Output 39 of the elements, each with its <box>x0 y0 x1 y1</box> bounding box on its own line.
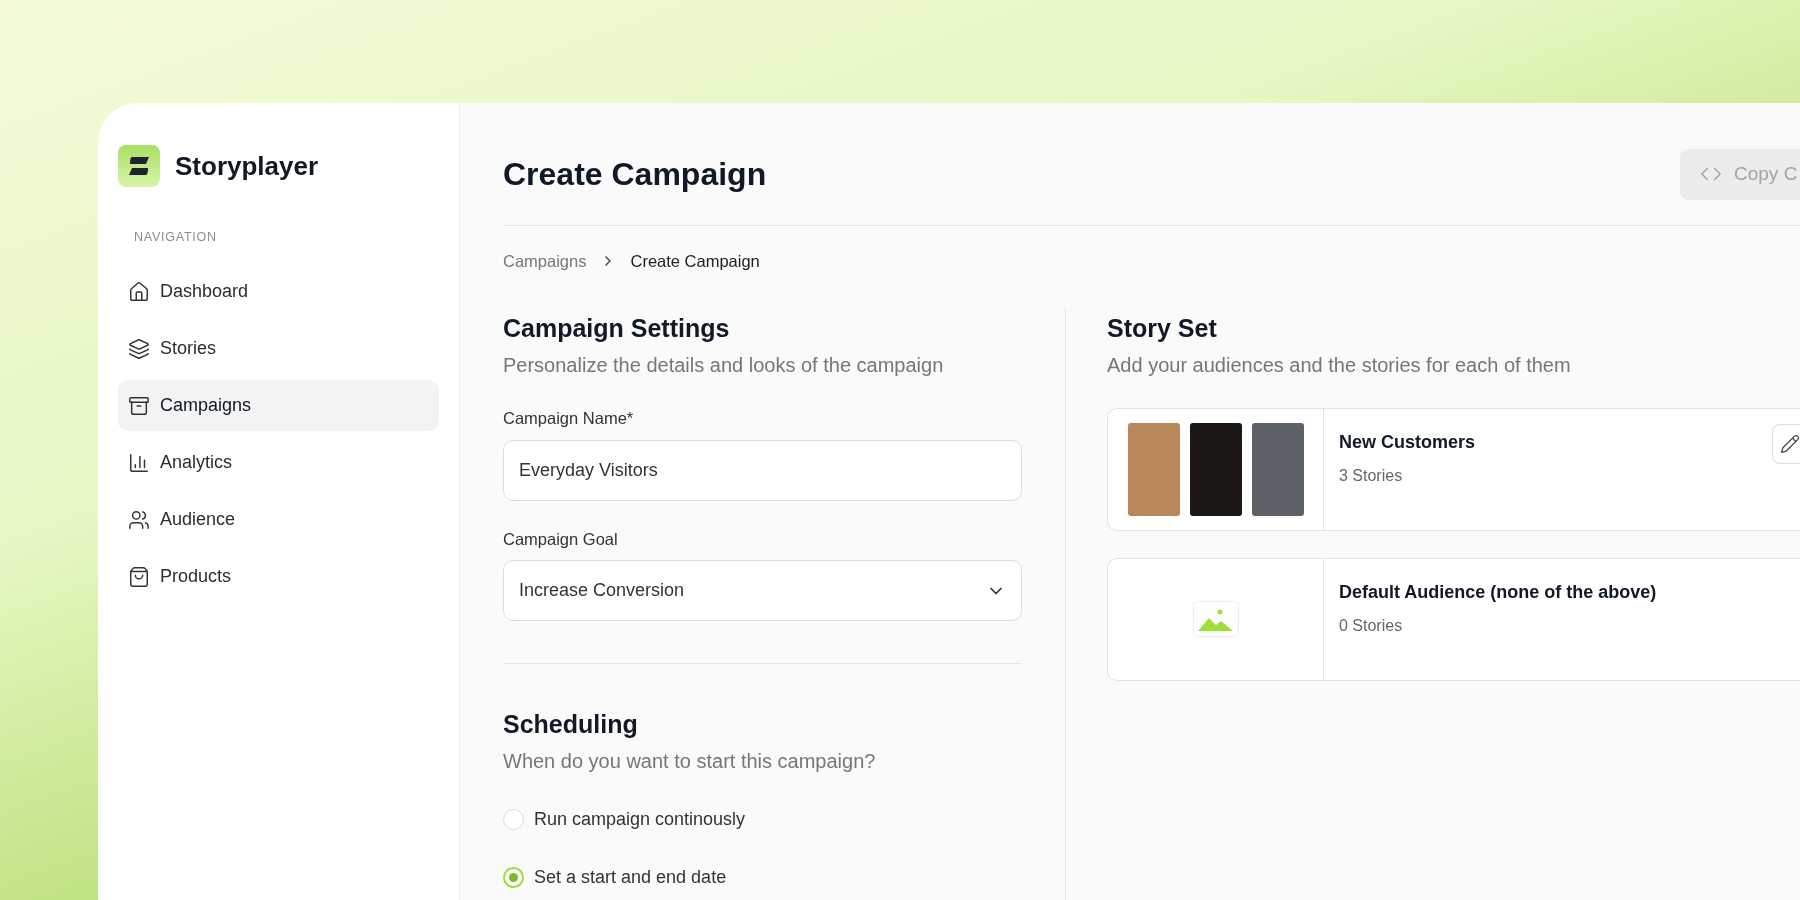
radio-label: Set a start and end date <box>534 866 727 890</box>
breadcrumb-link[interactable]: Create Campaign <box>630 249 760 274</box>
radio-button[interactable] <box>503 809 524 831</box>
radio-label: Run campaign continously <box>534 808 746 832</box>
nav-item[interactable]: Audience <box>118 494 439 545</box>
layers-icon <box>128 337 150 360</box>
field-label: Campaign Goal <box>503 528 619 550</box>
logo-icon <box>118 145 160 187</box>
section-subtitle: Personalize the details and looks of the campaign <box>503 352 945 378</box>
section-title: Scheduling <box>503 709 639 741</box>
story-count: 0 Stories <box>1339 615 1404 636</box>
people-icon <box>128 508 150 531</box>
section-title: Story Set <box>1107 312 1218 344</box>
shopping-bag-icon <box>128 565 150 588</box>
image-placeholder-icon <box>1192 601 1239 638</box>
nav-item[interactable]: Stories <box>118 323 439 374</box>
edit-button[interactable] <box>1772 423 1800 464</box>
audience-name: Default Audience (none of the above) <box>1339 580 1657 604</box>
radio-button[interactable] <box>503 867 524 889</box>
field-label: Campaign Name* <box>503 407 635 429</box>
text-field[interactable]: Everyday Visitors <box>503 439 1022 501</box>
nav-item[interactable]: Dashboard <box>118 266 439 317</box>
story-count: 3 Stories <box>1339 465 1404 486</box>
bar-chart-icon <box>128 451 150 474</box>
nav-heading: NAVIGATION <box>134 229 217 246</box>
section-subtitle: Add your audiences and the stories for each of them <box>1107 352 1572 378</box>
section-subtitle: When do you want to start this campaign? <box>503 749 877 775</box>
breadcrumb-link[interactable]: Campaigns <box>503 249 587 274</box>
tray-icon <box>128 394 150 417</box>
select-field[interactable]: Increase Conversion <box>503 560 1022 622</box>
pencil-icon <box>1780 433 1800 454</box>
nav-item[interactable]: Products <box>118 551 439 602</box>
page-title: Create Campaign <box>503 155 767 194</box>
section-title: Campaign Settings <box>503 312 731 344</box>
house-icon <box>128 280 150 303</box>
nav-item[interactable]: Analytics <box>118 437 439 488</box>
brand-name: Storyplayer <box>175 149 319 183</box>
nav-item[interactable]: Campaigns <box>118 380 439 431</box>
audience-name: New Customers <box>1339 430 1476 454</box>
